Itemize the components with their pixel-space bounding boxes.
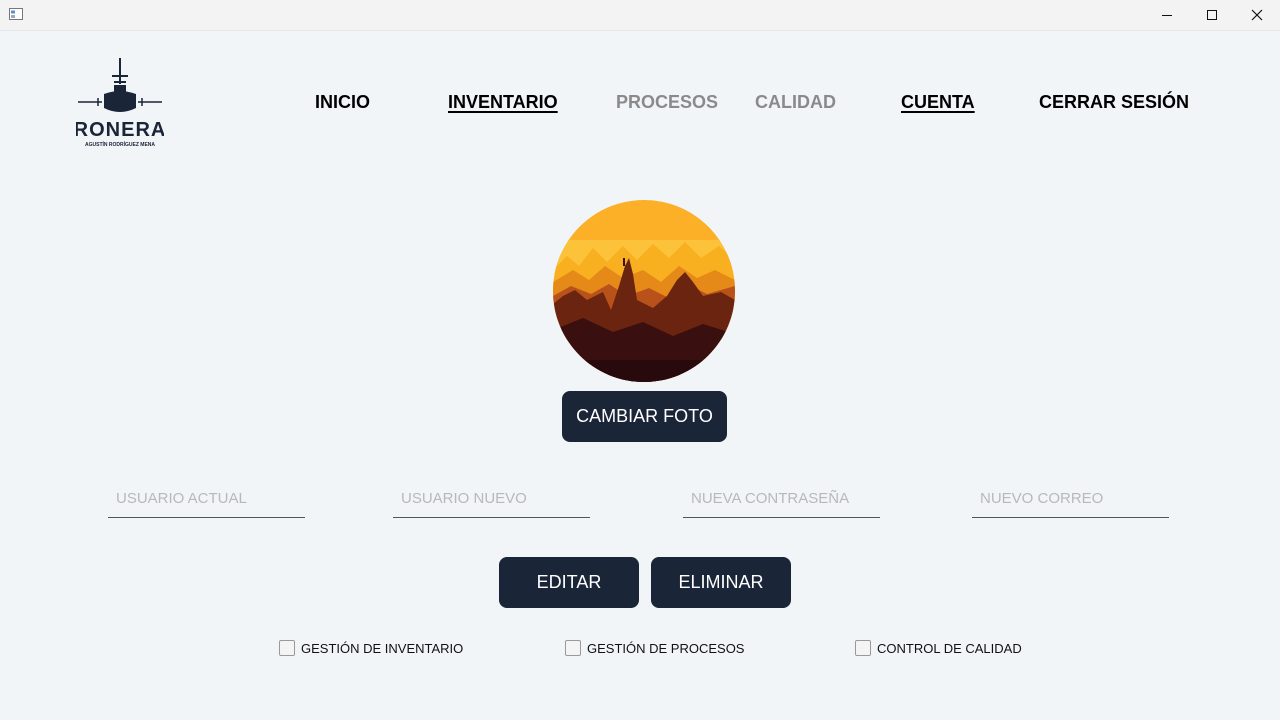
- nav-cuenta[interactable]: CUENTA: [901, 92, 975, 112]
- logo-tagline: AGUSTÍN RODRÍGUEZ MENA: [85, 140, 155, 148]
- nav-inventario[interactable]: INVENTARIO: [448, 92, 558, 112]
- window-titlebar: [0, 0, 1280, 31]
- processes-checkbox-label: GESTIÓN DE PROCESOS: [587, 640, 745, 656]
- nav-cerrar-sesion[interactable]: CERRAR SESIÓN: [1039, 92, 1189, 112]
- new-email-field[interactable]: [972, 480, 1169, 518]
- close-button[interactable]: [1234, 0, 1280, 30]
- quality-checkbox[interactable]: [855, 640, 871, 656]
- maximize-icon: [1207, 10, 1217, 20]
- logo-wordmark: RONERA: [76, 119, 164, 141]
- nav-procesos[interactable]: PROCESOS: [616, 92, 718, 112]
- permission-processes: GESTIÓN DE PROCESOS: [565, 640, 744, 656]
- minimize-button[interactable]: [1144, 0, 1190, 30]
- avatar-landscape-image: [553, 200, 735, 382]
- edit-button[interactable]: EDITAR: [499, 557, 639, 608]
- ronera-logo: RONERA AGUSTÍN RODRÍGUEZ MENA: [76, 58, 164, 148]
- current-username-field[interactable]: [108, 480, 305, 518]
- inventory-checkbox-label: GESTIÓN DE INVENTARIO: [301, 640, 464, 656]
- processes-checkbox[interactable]: [565, 640, 581, 656]
- new-password-field[interactable]: [683, 480, 880, 518]
- delete-button[interactable]: ELIMINAR: [651, 557, 791, 608]
- nav-inicio[interactable]: INICIO: [315, 92, 370, 112]
- minimize-icon: [1162, 15, 1172, 16]
- permission-quality: CONTROL DE CALIDAD: [855, 640, 1022, 656]
- change-photo-button[interactable]: CAMBIAR FOTO: [562, 391, 727, 442]
- permission-inventory: GESTIÓN DE INVENTARIO: [279, 640, 463, 656]
- new-username-field[interactable]: [393, 480, 590, 518]
- close-icon: [1251, 9, 1263, 21]
- maximize-button[interactable]: [1189, 0, 1235, 30]
- app-window-icon: [9, 8, 23, 20]
- profile-avatar: [553, 200, 735, 382]
- inventory-checkbox[interactable]: [279, 640, 295, 656]
- nav-calidad[interactable]: CALIDAD: [755, 92, 836, 112]
- quality-checkbox-label: CONTROL DE CALIDAD: [877, 640, 1022, 656]
